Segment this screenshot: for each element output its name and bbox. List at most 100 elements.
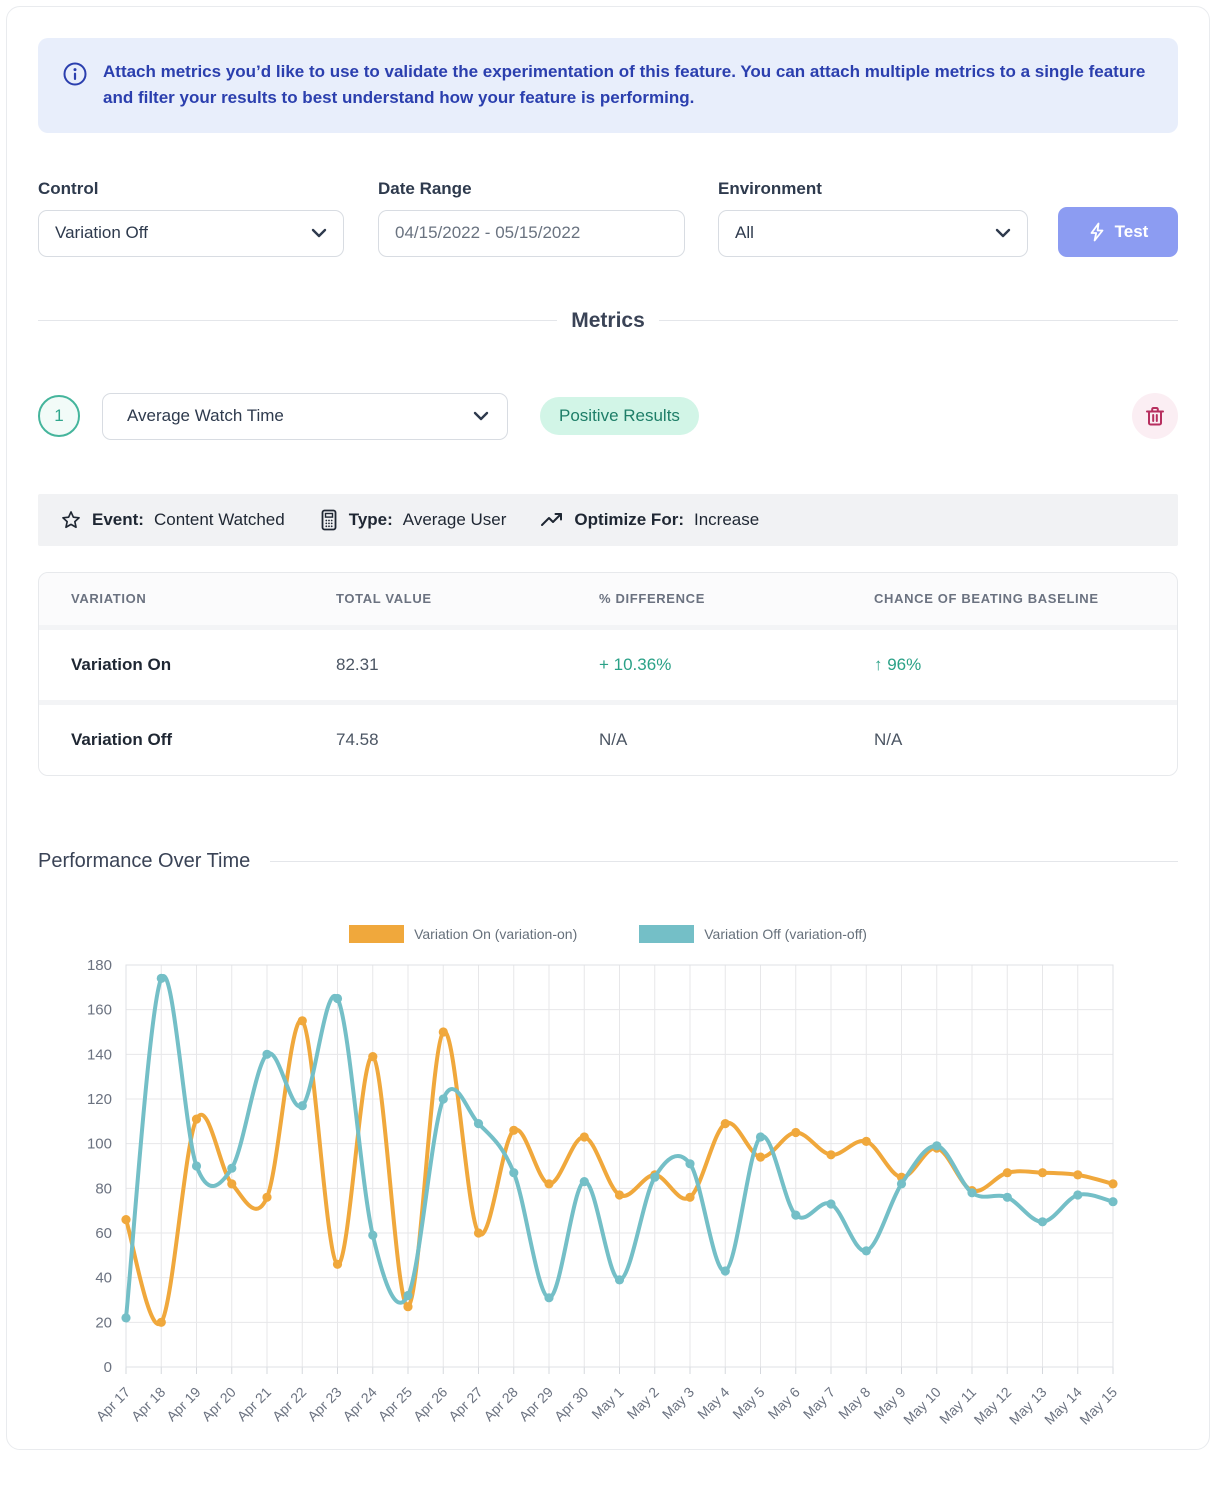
data-point[interactable] [615, 1275, 624, 1284]
data-point[interactable] [932, 1141, 941, 1150]
data-point[interactable] [862, 1136, 871, 1145]
data-point[interactable] [826, 1150, 835, 1159]
data-point[interactable] [721, 1266, 730, 1275]
data-point[interactable] [403, 1291, 412, 1300]
data-point[interactable] [967, 1188, 976, 1197]
data-point[interactable] [897, 1179, 906, 1188]
svg-text:160: 160 [87, 1001, 112, 1018]
svg-text:Apr 22: Apr 22 [269, 1383, 310, 1424]
data-point[interactable] [157, 1317, 166, 1326]
results-table: VARIATION TOTAL VALUE % DIFFERENCE CHANC… [38, 572, 1178, 776]
date-range-input[interactable]: 04/15/2022 - 05/15/2022 [378, 210, 685, 257]
data-point[interactable] [368, 1230, 377, 1239]
data-point[interactable] [615, 1190, 624, 1199]
row-difference: N/A [599, 730, 874, 750]
svg-text:May 11: May 11 [936, 1383, 979, 1426]
data-point[interactable] [721, 1119, 730, 1128]
divider-line [659, 320, 1178, 321]
control-select[interactable]: Variation Off [38, 210, 344, 257]
svg-text:May 8: May 8 [835, 1383, 873, 1421]
data-point[interactable] [192, 1161, 201, 1170]
performance-section-header: Performance Over Time [38, 850, 1178, 873]
data-point[interactable] [756, 1132, 765, 1141]
data-point[interactable] [298, 1016, 307, 1025]
data-point[interactable] [1073, 1170, 1082, 1179]
chevron-down-icon [311, 228, 327, 238]
data-point[interactable] [439, 1027, 448, 1036]
data-point[interactable] [1108, 1179, 1117, 1188]
data-point[interactable] [685, 1159, 694, 1168]
legend-swatch [349, 925, 404, 943]
data-point[interactable] [509, 1125, 518, 1134]
svg-text:Apr 18: Apr 18 [128, 1383, 169, 1424]
data-point[interactable] [509, 1168, 518, 1177]
date-range-label: Date Range [378, 179, 685, 199]
data-point[interactable] [826, 1199, 835, 1208]
data-point[interactable] [298, 1101, 307, 1110]
test-button[interactable]: Test [1058, 207, 1178, 257]
data-point[interactable] [474, 1119, 483, 1128]
data-point[interactable] [121, 1313, 130, 1322]
data-point[interactable] [121, 1215, 130, 1224]
data-point[interactable] [791, 1210, 800, 1219]
positive-results-badge: Positive Results [540, 397, 699, 435]
optimize-for-label: Optimize For: [574, 510, 684, 530]
data-point[interactable] [1038, 1217, 1047, 1226]
legend-item[interactable]: Variation On (variation-on) [349, 925, 577, 943]
metric-select[interactable]: Average Watch Time [102, 393, 508, 440]
chevron-down-icon [473, 411, 489, 421]
type-detail: Type: Average User [319, 509, 507, 531]
data-point[interactable] [1003, 1168, 1012, 1177]
data-point[interactable] [1073, 1190, 1082, 1199]
metric-details-bar: Event: Content Watched Type: Average Use… [38, 494, 1178, 546]
data-point[interactable] [403, 1302, 412, 1311]
svg-text:Apr 23: Apr 23 [304, 1383, 345, 1424]
svg-text:May 13: May 13 [1006, 1383, 1050, 1427]
svg-text:80: 80 [95, 1180, 112, 1197]
data-point[interactable] [650, 1172, 659, 1181]
data-point[interactable] [1108, 1197, 1117, 1206]
data-point[interactable] [544, 1179, 553, 1188]
data-point[interactable] [368, 1052, 377, 1061]
legend-item[interactable]: Variation Off (variation-off) [639, 925, 867, 943]
data-point[interactable] [862, 1246, 871, 1255]
data-point[interactable] [227, 1179, 236, 1188]
data-point[interactable] [262, 1049, 271, 1058]
data-point[interactable] [227, 1163, 236, 1172]
data-point[interactable] [1003, 1192, 1012, 1201]
svg-text:0: 0 [104, 1359, 112, 1376]
data-point[interactable] [685, 1192, 694, 1201]
data-point[interactable] [439, 1094, 448, 1103]
legend-label: Variation On (variation-on) [414, 926, 577, 942]
data-point[interactable] [580, 1177, 589, 1186]
row-total-value: 82.31 [336, 655, 599, 675]
environment-label: Environment [718, 179, 1028, 199]
metric-select-value: Average Watch Time [127, 406, 284, 426]
y-axis-labels: 020406080100120140160180 [87, 957, 112, 1376]
data-point[interactable] [192, 1114, 201, 1123]
svg-text:Apr 17: Apr 17 [93, 1383, 134, 1424]
data-point[interactable] [333, 1259, 342, 1268]
data-point[interactable] [1038, 1168, 1047, 1177]
optimize-for-value: Increase [694, 510, 759, 530]
environment-select[interactable]: All [718, 210, 1028, 257]
data-point[interactable] [333, 994, 342, 1003]
data-point[interactable] [580, 1132, 589, 1141]
table-row: Variation On 82.31 + 10.36% ↑ 96% [39, 630, 1177, 700]
data-point[interactable] [262, 1192, 271, 1201]
data-point[interactable] [544, 1293, 553, 1302]
metric-index-badge: 1 [38, 395, 80, 437]
event-value: Content Watched [154, 510, 285, 530]
data-point[interactable] [791, 1128, 800, 1137]
svg-text:May 3: May 3 [659, 1383, 697, 1421]
optimize-detail: Optimize For: Increase [540, 510, 759, 530]
svg-text:Apr 29: Apr 29 [516, 1383, 557, 1424]
data-point[interactable] [157, 973, 166, 982]
data-point[interactable] [756, 1152, 765, 1161]
delete-metric-button[interactable] [1132, 393, 1178, 439]
x-axis-labels: Apr 17Apr 18Apr 19Apr 20Apr 21Apr 22Apr … [93, 1383, 1121, 1427]
svg-text:60: 60 [95, 1225, 112, 1242]
test-button-label: Test [1115, 222, 1149, 242]
data-point[interactable] [474, 1228, 483, 1237]
col-header-variation: VARIATION [71, 591, 336, 606]
